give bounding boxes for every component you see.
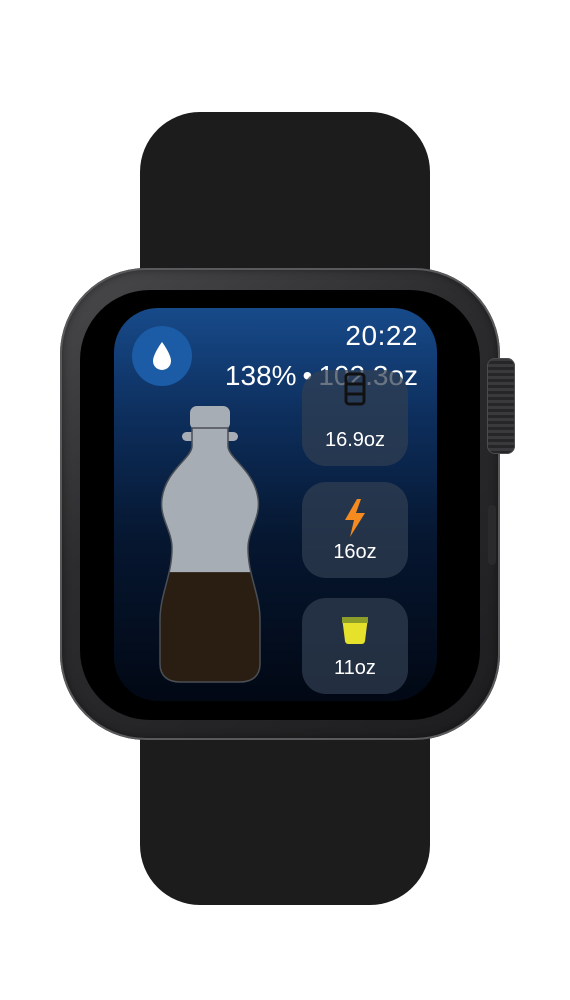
watch-screen: 20:22 138%•102.3oz [114,308,437,701]
bottle-icon [344,372,366,406]
drink-tile-label: 16.9oz [324,429,386,451]
clock-time: 20:22 [345,320,418,351]
drink-tile-cup[interactable]: 11oz [302,598,408,694]
watch-frame: 20:22 138%•102.3oz [0,0,570,1000]
drink-tile-bottle[interactable]: 16.9oz [302,370,408,466]
drink-tile-label: 11oz [334,657,376,679]
drink-tile-label: 16oz [333,541,377,563]
bottle-cap [190,406,230,430]
water-bottle-progress[interactable] [158,406,262,684]
cup-icon [342,617,368,644]
goal-percent: 138% [224,360,297,391]
water-drop-icon [153,342,171,370]
lightning-bolt-icon [345,499,365,537]
digital-crown[interactable] [487,358,515,454]
add-water-button[interactable] [132,326,192,386]
bottle-liquid-fill [160,572,260,682]
drink-tile-energy[interactable]: 16oz [302,482,408,578]
side-button[interactable] [488,505,496,565]
